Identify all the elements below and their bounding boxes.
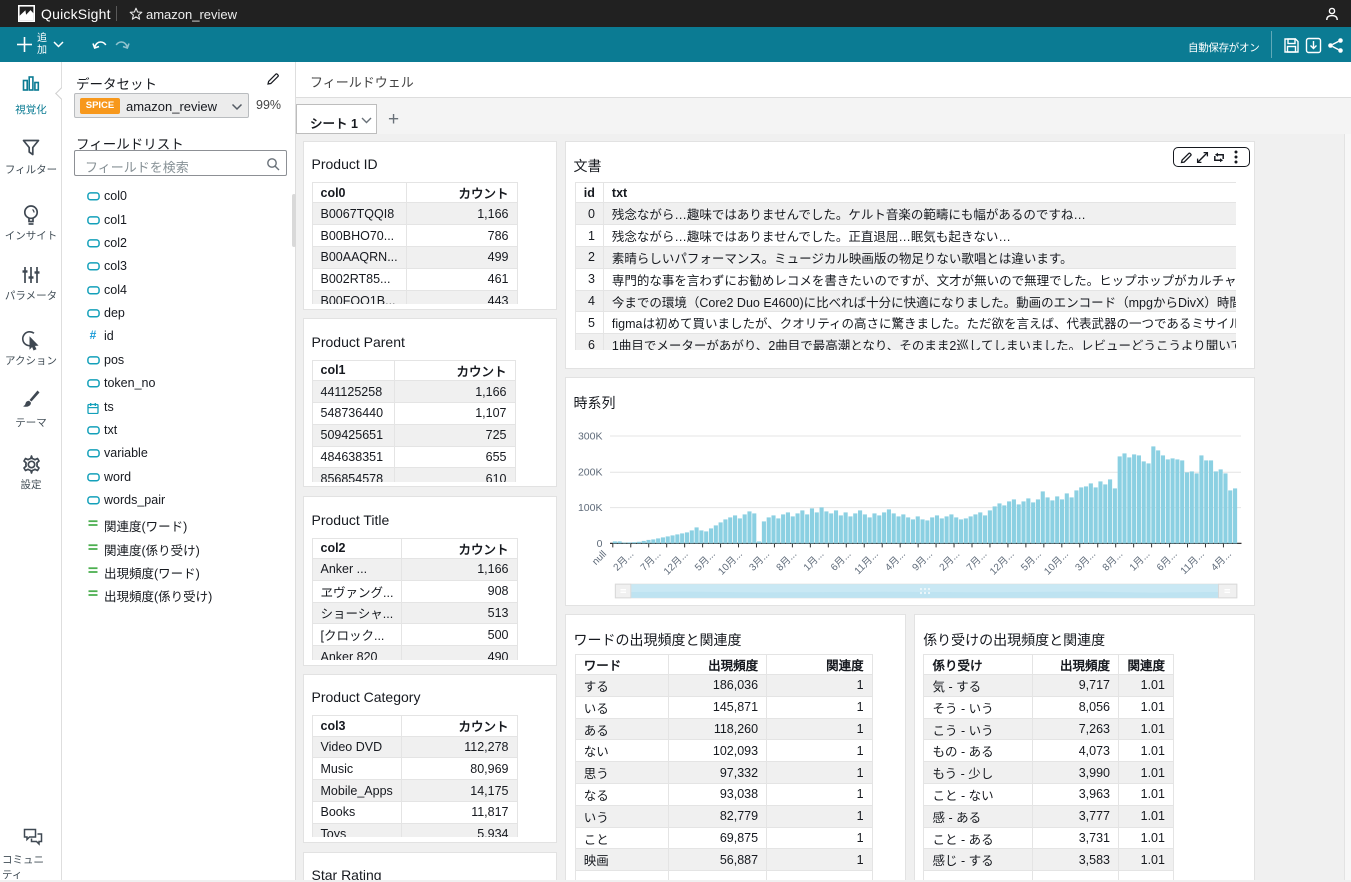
svg-text:8月...: 8月... <box>1099 548 1124 573</box>
svg-text:7月...: 7月... <box>638 548 663 573</box>
svg-text:9月...: 9月... <box>909 548 934 573</box>
svg-text:7月...: 7月... <box>964 548 989 573</box>
svg-text:200K: 200K <box>577 467 602 479</box>
svg-text:5月...: 5月... <box>692 548 717 573</box>
svg-text:0: 0 <box>596 538 602 550</box>
svg-text:3月...: 3月... <box>746 548 771 573</box>
svg-text:null: null <box>590 549 609 568</box>
svg-text:11月...: 11月... <box>1178 548 1207 577</box>
svg-text:12月...: 12月... <box>661 548 690 577</box>
svg-text:6月...: 6月... <box>1154 548 1179 573</box>
svg-text:2月...: 2月... <box>610 548 635 573</box>
svg-text:10月...: 10月... <box>1041 548 1070 577</box>
svg-text:2月...: 2月... <box>936 548 961 573</box>
svg-text:5月...: 5月... <box>1018 548 1043 573</box>
svg-text:100K: 100K <box>577 502 602 514</box>
svg-text:11月...: 11月... <box>852 548 881 577</box>
svg-text:10月...: 10月... <box>715 548 744 577</box>
svg-text:8月...: 8月... <box>773 548 798 573</box>
svg-text:6月...: 6月... <box>828 548 853 573</box>
svg-text:4月...: 4月... <box>882 548 907 573</box>
svg-text:12月...: 12月... <box>987 548 1016 577</box>
svg-text:300K: 300K <box>577 431 602 443</box>
svg-text:1月...: 1月... <box>1127 548 1152 573</box>
svg-text:3月...: 3月... <box>1072 548 1097 573</box>
svg-text:4月...: 4月... <box>1208 548 1233 573</box>
svg-text:1月...: 1月... <box>801 548 826 573</box>
